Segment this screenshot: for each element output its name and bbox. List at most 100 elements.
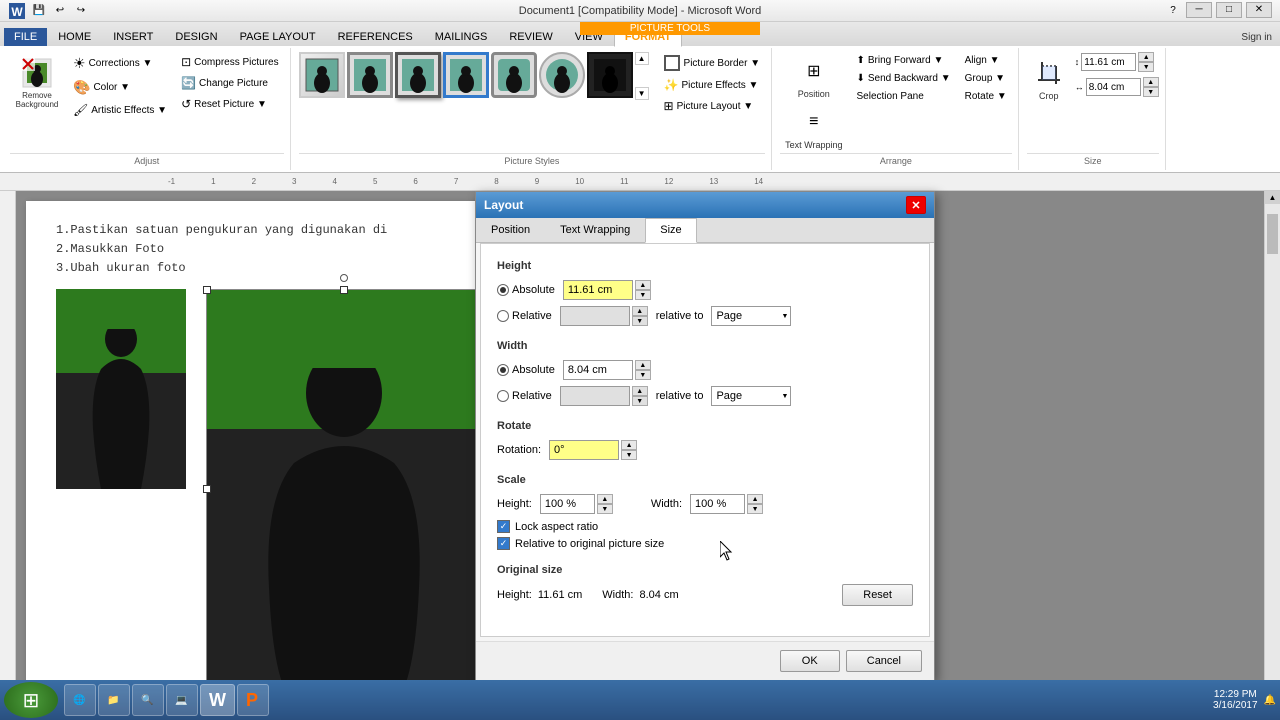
scroll-track[interactable] (1265, 204, 1280, 681)
scale-width-up[interactable]: ▲ (747, 494, 763, 504)
send-backward-btn[interactable]: ⬇ Send Backward ▼ (852, 70, 956, 87)
small-image[interactable] (56, 289, 186, 489)
rotation-up[interactable]: ▲ (621, 440, 637, 450)
rotate-handle[interactable] (340, 274, 348, 282)
ok-btn[interactable]: OK (780, 650, 840, 672)
scale-width-down[interactable]: ▼ (747, 504, 763, 514)
text-wrapping-btn[interactable]: ≡ Text Wrapping (780, 103, 847, 153)
tab-home[interactable]: HOME (47, 27, 102, 46)
height-absolute-radio[interactable]: Absolute (497, 284, 555, 296)
style-scroll-up[interactable]: ▲ (635, 52, 649, 65)
width-spinner[interactable]: ▲ ▼ (1143, 77, 1159, 97)
rotation-spinner[interactable]: ▲ ▼ (621, 440, 637, 460)
taskbar-explorer[interactable]: 📁 (98, 684, 130, 716)
tab-text-wrapping[interactable]: Text Wrapping (545, 218, 645, 242)
scale-height-down[interactable]: ▼ (597, 504, 613, 514)
height-input[interactable] (1081, 53, 1136, 71)
tab-position[interactable]: Position (476, 218, 545, 242)
maximize-btn[interactable]: □ (1216, 2, 1242, 18)
taskbar-magnifier[interactable]: 🔍 (132, 684, 164, 716)
width-relative-to-select[interactable]: Page (711, 386, 791, 406)
save-quick-btn[interactable]: 💾 (30, 2, 48, 20)
tab-mailings[interactable]: MAILINGS (424, 27, 499, 46)
picture-border-btn[interactable]: Picture Border ▼ (659, 52, 766, 74)
start-button[interactable]: ⊞ (4, 682, 58, 718)
width-down[interactable]: ▼ (1143, 87, 1159, 97)
height-up[interactable]: ▲ (1138, 52, 1154, 62)
width-abs-up[interactable]: ▲ (635, 360, 651, 370)
lock-aspect-checkbox[interactable] (497, 520, 510, 533)
align-btn[interactable]: Align ▼ (960, 52, 1012, 69)
height-relative-to-select-wrapper[interactable]: Page (711, 306, 791, 326)
scale-width-value[interactable] (690, 494, 745, 514)
relative-orig-row[interactable]: Relative to original picture size (497, 537, 913, 550)
rotation-down[interactable]: ▼ (621, 450, 637, 460)
width-absolute-value[interactable] (563, 360, 633, 380)
tab-review[interactable]: REVIEW (498, 27, 563, 46)
scroll-up-btn[interactable]: ▲ (1265, 191, 1280, 204)
width-relative-radio[interactable]: Relative (497, 390, 552, 402)
rotate-btn[interactable]: Rotate ▼ (960, 88, 1012, 105)
position-btn[interactable]: ⊞ Position (780, 52, 847, 102)
scale-width-spinner[interactable]: ▲ ▼ (747, 494, 763, 514)
large-image[interactable] (206, 289, 481, 689)
taskbar-ie[interactable]: 🌐 (64, 684, 96, 716)
taskbar-notification[interactable]: 🔔 (1264, 695, 1276, 706)
style-7[interactable] (587, 52, 633, 98)
tab-size[interactable]: Size (645, 218, 696, 243)
picture-layout-btn[interactable]: ⊞ Picture Layout ▼ (659, 96, 766, 116)
rotation-value[interactable] (549, 440, 619, 460)
tab-file[interactable]: FILE (4, 28, 47, 46)
width-input[interactable] (1086, 78, 1141, 96)
style-scroll[interactable]: ▲ ▼ (635, 52, 649, 100)
height-spinner[interactable]: ▲ ▼ (1138, 52, 1154, 72)
style-scroll-down[interactable]: ▼ (635, 87, 649, 100)
height-abs-spinner[interactable]: ▲ ▼ (635, 280, 651, 300)
height-absolute-value[interactable] (563, 280, 633, 300)
sign-in-btn[interactable]: Sign in (1233, 29, 1280, 46)
width-abs-spinner[interactable]: ▲ ▼ (635, 360, 651, 380)
taskbar-powerpoint[interactable]: P (237, 684, 269, 716)
corrections-btn[interactable]: ☀ Corrections ▼ (68, 52, 172, 75)
style-2[interactable] (347, 52, 393, 98)
taskbar-computer[interactable]: 💻 (166, 684, 198, 716)
scale-height-value[interactable] (540, 494, 595, 514)
width-absolute-radio[interactable]: Absolute (497, 364, 555, 376)
selection-pane-btn[interactable]: Selection Pane (852, 88, 956, 105)
handle-ml[interactable] (203, 485, 211, 493)
handle-tc[interactable] (340, 286, 348, 294)
tab-references[interactable]: REFERENCES (327, 27, 424, 46)
height-abs-up[interactable]: ▲ (635, 280, 651, 290)
close-btn[interactable]: ✕ (1246, 2, 1272, 18)
change-picture-btn[interactable]: 🔄 Change Picture (176, 73, 284, 93)
scale-height-spinner[interactable]: ▲ ▼ (597, 494, 613, 514)
style-1[interactable] (299, 52, 345, 98)
taskbar-word[interactable]: W (200, 684, 235, 716)
tab-insert[interactable]: INSERT (102, 27, 164, 46)
width-relative-value[interactable] (560, 386, 630, 406)
width-relative-to-select-wrapper[interactable]: Page (711, 386, 791, 406)
bring-forward-btn[interactable]: ⬆ Bring Forward ▼ (852, 52, 956, 69)
artistic-btn[interactable]: 🖌 Artistic Effects ▼ (68, 100, 172, 120)
group-btn[interactable]: Group ▼ (960, 70, 1012, 87)
style-5[interactable] (491, 52, 537, 98)
style-6[interactable] (539, 52, 585, 98)
tab-design[interactable]: DESIGN (164, 27, 228, 46)
undo-quick-btn[interactable]: ↩ (51, 2, 69, 20)
handle-tl[interactable] (203, 286, 211, 294)
minimize-btn[interactable]: ─ (1186, 2, 1212, 18)
relative-orig-checkbox[interactable] (497, 537, 510, 550)
scroll-thumb[interactable] (1267, 214, 1278, 254)
compress-pictures-btn[interactable]: ⊡ Compress Pictures (176, 52, 284, 72)
dialog-close-btn[interactable]: ✕ (906, 196, 926, 214)
height-abs-down[interactable]: ▼ (635, 290, 651, 300)
scale-height-up[interactable]: ▲ (597, 494, 613, 504)
lock-aspect-row[interactable]: Lock aspect ratio (497, 520, 913, 533)
height-down[interactable]: ▼ (1138, 62, 1154, 72)
style-3[interactable] (395, 52, 441, 98)
picture-effects-btn[interactable]: ✨ Picture Effects ▼ (659, 75, 766, 95)
scrollbar-vertical[interactable]: ▲ ▼ (1264, 191, 1280, 694)
width-up[interactable]: ▲ (1143, 77, 1159, 87)
redo-quick-btn[interactable]: ↪ (72, 2, 90, 20)
width-abs-down[interactable]: ▼ (635, 370, 651, 380)
